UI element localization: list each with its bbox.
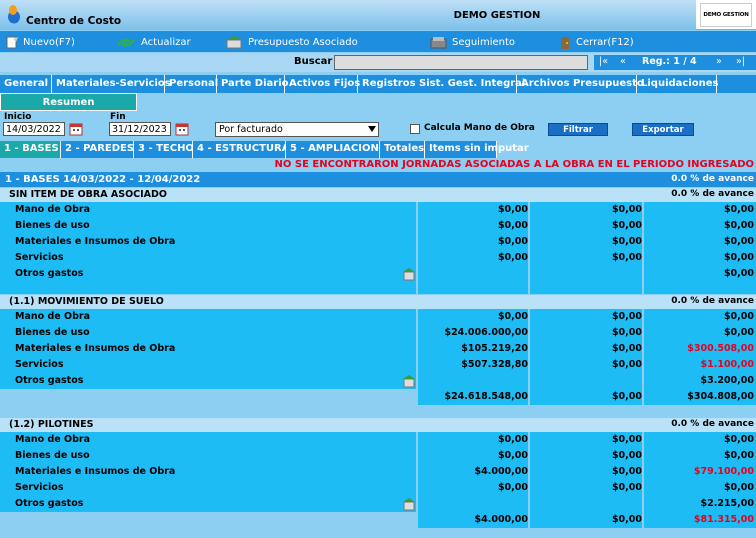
tab-paredes[interactable]: 2 - PAREDES [61,141,134,158]
exportar-button[interactable]: Exportar [632,123,694,136]
main-tabs: General Materiales-Servicios Personal Pa… [0,75,756,93]
fin-date-input[interactable] [109,122,171,136]
filters-bar: Inicio Fin Por facturado Calcula Mano de… [0,111,756,139]
section-header: (1.2) PILOTINES 0.0 % de avance [0,418,756,432]
chevron-down-icon [368,126,376,132]
search-input[interactable] [334,55,588,70]
tab-bases[interactable]: 1 - BASES [0,141,61,158]
tab-activos-fijos[interactable]: Activos Fijos [285,75,360,93]
company-name: DEMO GESTION [453,10,541,21]
tab-liquidaciones[interactable]: Liquidaciones [637,75,719,93]
table-row: Servicios $0,00 $0,00 $0,00 [0,250,756,266]
spacer-row [0,405,756,417]
calculation-mode-select[interactable]: Por facturado [215,122,379,137]
table-row: Mano de Obra $0,00 $0,00 $0,00 [0,309,756,325]
calendar-icon[interactable] [69,122,83,136]
door-exit-icon [561,36,569,49]
budget-icon [226,35,242,48]
table-row: Servicios $0,00 $0,00 $0,00 [0,480,756,496]
calcula-mano-obra-checkbox[interactable] [410,124,420,134]
brand-logo: DEMO GESTION [700,3,752,27]
inicio-label: Inicio [4,112,32,122]
tab-totales[interactable]: Totales [380,141,425,158]
tab-archivos-presupuesto[interactable]: Archivos Presupuesto [517,75,644,93]
nuevo-button[interactable]: Nuevo(F7) [5,34,75,50]
tab-personal[interactable]: Personal [165,75,218,93]
tab-resumen[interactable]: Resumen [0,93,137,111]
tab-materiales-servicios[interactable]: Materiales-Servicios [52,75,171,93]
stage-tabs: 1 - BASES 2 - PAREDES 3 - TECHO 4 - ESTR… [0,141,756,158]
calcula-mano-obra-label: Calcula Mano de Obra [424,123,535,133]
table-row: Servicios $507.328,80 $0,00 $1.100,00 [0,357,756,373]
search-bar: Buscar |« « Reg.: 1 / 4 » »| [0,53,756,72]
app-title: Centro de Costo [26,15,122,27]
filtrar-button[interactable]: Filtrar [548,123,608,136]
group-header: 1 - BASES 14/03/2022 - 12/04/2022 0.0 % … [0,172,756,187]
spacer-row [0,282,756,294]
table-row: Materiales e Insumos de Obra $105.219,20… [0,341,756,357]
tab-parte-diario[interactable]: Parte Diario [217,75,289,93]
table-row: Otros gastos $0,00 [0,266,756,282]
table-row: Mano de Obra $0,00 $0,00 $0,00 [0,432,756,448]
pager-prev-button[interactable]: « [620,56,626,67]
table-row: Materiales e Insumos de Obra $4.000,00 $… [0,464,756,480]
tab-techo[interactable]: 3 - TECHO [134,141,194,158]
fin-label: Fin [110,112,126,122]
toolbar: Nuevo(F7) Actualizar Presupuesto Asociad… [0,31,756,52]
section-header: (1.1) MOVIMIENTO DE SUELO 0.0 % de avanc… [0,295,756,309]
pager-last-button[interactable]: »| [736,56,745,67]
record-pager: |« « Reg.: 1 / 4 » »| [594,55,756,70]
record-counter: Reg.: 1 / 4 [642,56,697,67]
calendar-icon[interactable] [175,122,189,136]
tab-ampliacion[interactable]: 5 - AMPLIACION [286,141,380,158]
table-row: Otros gastos $2.215,00 [0,496,756,512]
tab-estructura[interactable]: 4 - ESTRUCTURA [193,141,289,158]
pager-next-button[interactable]: » [716,56,722,67]
cerrar-button[interactable]: Cerrar(F12) [558,34,634,50]
new-icon [6,36,18,48]
section-header: SIN ITEM DE OBRA ASOCIADO 0.0 % de avanc… [0,188,756,202]
add-expense-icon[interactable] [402,374,416,388]
title-bar: Centro de Costo DEMO GESTION DEMO GESTIO… [0,0,756,30]
table-row: Materiales e Insumos de Obra $0,00 $0,00… [0,234,756,250]
pager-first-button[interactable]: |« [599,56,608,67]
refresh-icon [117,36,135,48]
tab-registros[interactable]: Registros Sist. Gest. Integral [358,75,525,93]
add-expense-icon[interactable] [402,267,416,281]
presupuesto-asociado-button[interactable]: Presupuesto Asociado [224,34,358,50]
search-label: Buscar [294,56,333,67]
inicio-date-input[interactable] [3,122,65,136]
seguimiento-button[interactable]: Seguimiento [430,34,515,50]
table-row: Mano de Obra $0,00 $0,00 $0,00 [0,202,756,218]
actualizar-button[interactable]: Actualizar [115,34,191,50]
cost-grid: 1 - BASES 14/03/2022 - 12/04/2022 0.0 % … [0,172,756,538]
table-row: Bienes de uso $0,00 $0,00 $0,00 [0,448,756,464]
add-expense-icon[interactable] [402,497,416,511]
total-row: $24.618.548,00 $0,00 $304.808,00 [0,389,756,405]
tracking-icon [430,36,447,48]
table-row: Bienes de uso $24.006.000,00 $0,00 $0,00 [0,325,756,341]
tab-general[interactable]: General [0,75,52,93]
total-row: $4.000,00 $0,00 $81.315,00 [0,512,756,528]
tab-items-sin-imputar[interactable]: Items sin imputar [425,141,529,158]
secondary-tabs: Resumen [0,93,756,111]
table-row: Bienes de uso $0,00 $0,00 $0,00 [0,218,756,234]
no-jornadas-alert: NO SE ENCONTRARON JORNADAS ASOCIADAS A L… [0,158,756,172]
app-logo-icon [8,5,20,24]
table-row: Otros gastos $3.200,00 [0,373,756,389]
